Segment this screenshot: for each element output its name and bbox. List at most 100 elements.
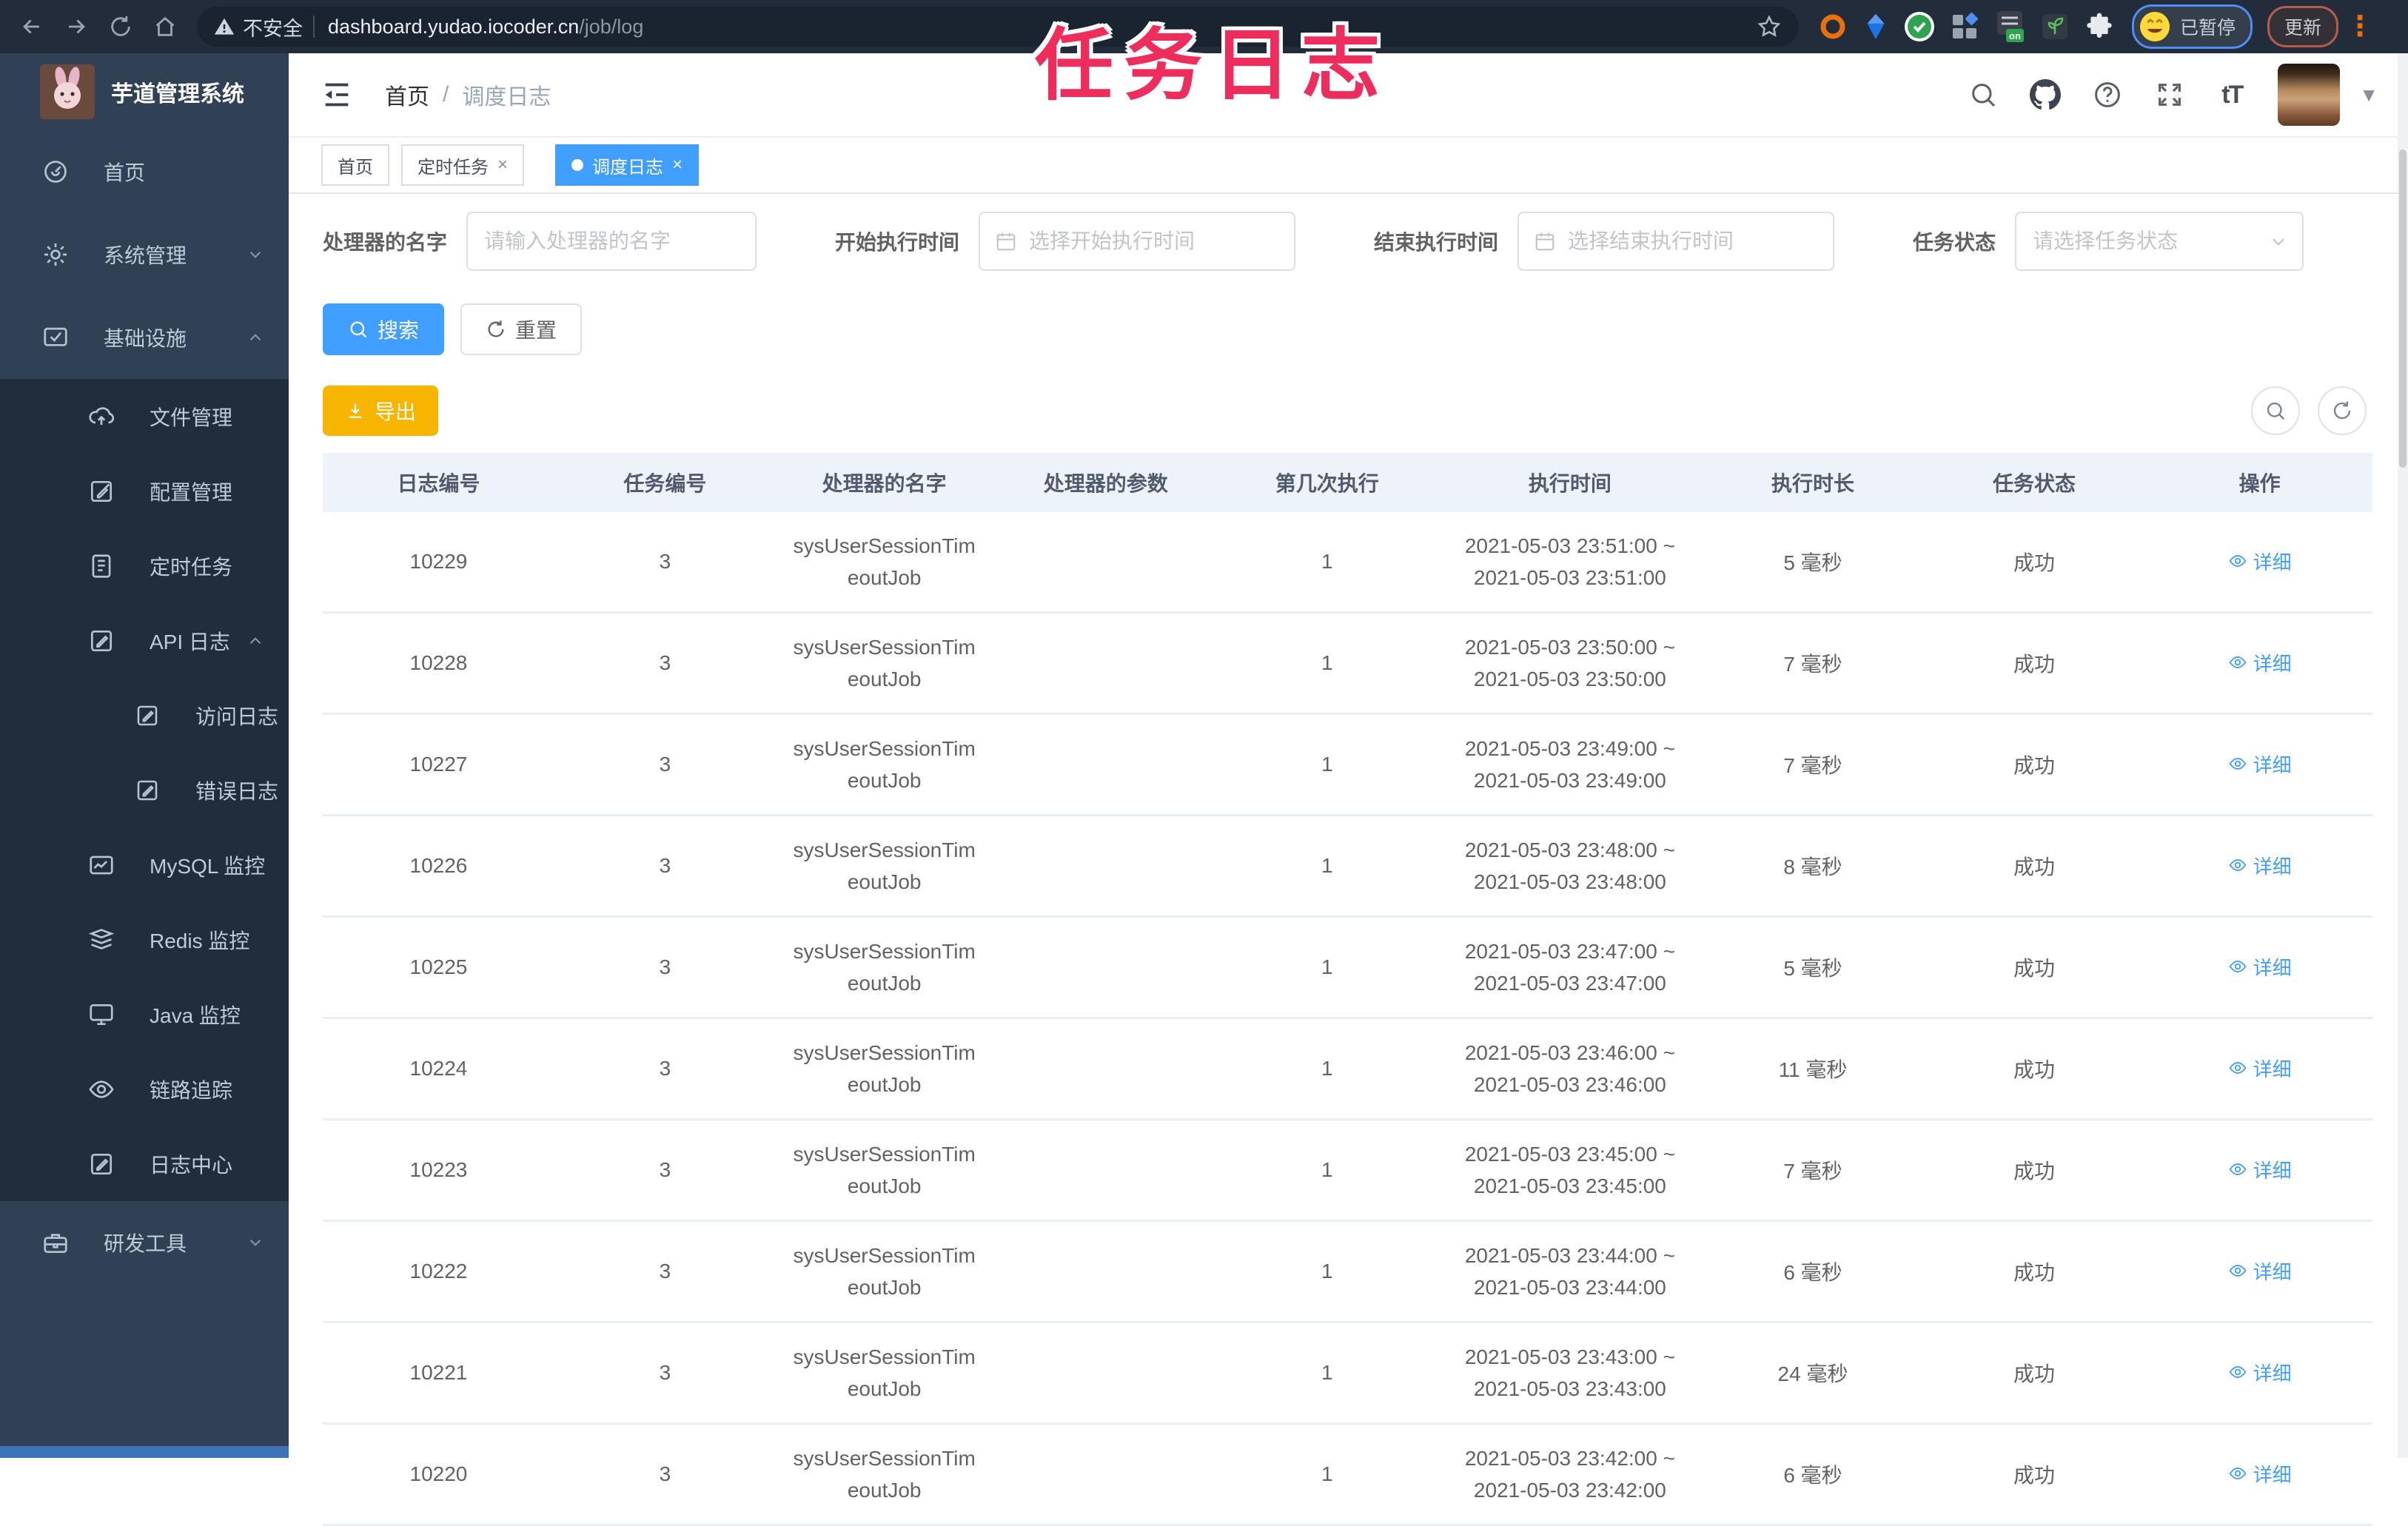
cell-duration: 7 毫秒 — [1783, 754, 1842, 777]
tab-scheduled-jobs[interactable]: 定时任务 × — [401, 144, 525, 186]
profile-avatar-emoji — [2139, 10, 2171, 43]
cell-count: 1 — [1321, 753, 1333, 776]
calendar-icon — [1534, 230, 1556, 252]
address-bar[interactable]: 不安全 dashboard.yudao.iocoder.cn /job/log — [197, 7, 1799, 47]
sidebar-item-infrastructure[interactable]: 基础设施 — [0, 296, 289, 379]
url-path: /job/log — [579, 15, 644, 38]
sidebar-toggle-icon[interactable] — [318, 76, 355, 113]
extensions-puzzle-icon[interactable] — [2085, 12, 2114, 41]
sidebar-item-devtools[interactable]: 研发工具 — [0, 1201, 289, 1284]
detail-link[interactable]: 详细 — [2228, 852, 2292, 879]
handler-name-input[interactable] — [468, 213, 756, 269]
sidebar-item-scheduled-jobs[interactable]: 定时任务 — [0, 528, 289, 603]
browser-back-icon[interactable] — [12, 7, 52, 47]
sidebar-item-trace[interactable]: 链路追踪 — [0, 1052, 289, 1126]
job-status-select[interactable] — [2015, 212, 2304, 271]
bookmark-star-icon[interactable] — [1756, 13, 1782, 40]
cell-count: 1 — [1321, 1462, 1333, 1485]
end-time-input[interactable] — [1519, 213, 1834, 269]
cell-handler: sysUserSessionTim eoutJob — [793, 1041, 976, 1096]
toggle-search-icon[interactable] — [2251, 386, 2300, 435]
github-icon[interactable] — [2029, 78, 2062, 111]
font-size-icon[interactable]: tT — [2216, 78, 2248, 111]
table-toolbar: 导出 — [323, 386, 2372, 436]
cell-handler: sysUserSessionTim eoutJob — [793, 1142, 976, 1197]
search-button[interactable]: 搜索 — [323, 303, 445, 355]
browser-profile-chip[interactable]: 已暂停 — [2132, 4, 2253, 49]
table-row: 10224 3 sysUserSessionTim eoutJob 1 2021-… — [323, 1019, 2372, 1120]
sidebar-item-label: 日志中心 — [150, 1153, 233, 1177]
cell-actions: 详细 — [2147, 1055, 2372, 1083]
extension-blue-gem-icon[interactable] — [1862, 12, 1889, 41]
dashboard-icon — [41, 158, 70, 186]
extension-onetab-on-icon[interactable]: on — [1994, 10, 2025, 44]
sidebar-item-java-monitor[interactable]: Java 监控 — [0, 977, 289, 1052]
sidebar-item-access-log[interactable]: 访问日志 — [0, 678, 289, 753]
sidebar-bottom-scrollbar[interactable] — [0, 1446, 289, 1458]
column-header: 第几次执行 — [1275, 472, 1379, 495]
tab-home[interactable]: 首页 — [321, 144, 389, 186]
detail-link[interactable]: 详细 — [2228, 750, 2292, 778]
table-row: 10229 3 sysUserSessionTim eoutJob 1 2021-… — [323, 512, 2372, 614]
detail-link[interactable]: 详细 — [2228, 1257, 2292, 1285]
browser-forward-icon[interactable] — [56, 7, 96, 47]
fullscreen-icon[interactable] — [2153, 78, 2186, 111]
tags-view: 首页 定时任务 × 调度日志 × — [289, 138, 2408, 194]
svg-text:on: on — [2009, 30, 2021, 41]
detail-link[interactable]: 详细 — [2228, 649, 2292, 676]
extension-orange-ring-icon[interactable] — [1818, 12, 1848, 41]
sidebar-item-mysql-monitor[interactable]: MySQL 监控 — [0, 827, 289, 902]
job-status-select-input[interactable] — [2016, 213, 2303, 269]
table-row: 10220 3 sysUserSessionTim eoutJob 1 2021-… — [323, 1425, 2372, 1526]
sidebar-item-config-mgmt[interactable]: 配置管理 — [0, 454, 289, 528]
sidebar-item-api-log[interactable]: API 日志 — [0, 603, 289, 678]
sidebar-item-log-center[interactable]: 日志中心 — [0, 1126, 289, 1201]
detail-link[interactable]: 详细 — [2228, 548, 2292, 575]
cell-actions: 详细 — [2147, 750, 2372, 779]
cell-actions: 详细 — [2147, 649, 2372, 678]
cell-duration: 11 毫秒 — [1778, 1058, 1848, 1081]
filter-job-status: 任务状态 — [1913, 212, 2304, 271]
cell-log-id: 10222 — [409, 1260, 468, 1283]
browser-home-icon[interactable] — [145, 7, 185, 47]
reset-button[interactable]: 重置 — [460, 303, 583, 355]
detail-link[interactable]: 详细 — [2228, 1359, 2292, 1386]
cell-handler: sysUserSessionTim eoutJob — [793, 939, 976, 995]
extension-grid-icon[interactable] — [1950, 12, 1979, 41]
start-time-input[interactable] — [980, 213, 1295, 269]
sidebar-item-redis-monitor[interactable]: Redis 监控 — [0, 902, 289, 977]
log-edit-icon — [87, 1150, 115, 1178]
sidebar-item-file-mgmt[interactable]: 文件管理 — [0, 379, 289, 454]
cell-time: 2021-05-03 23:45:00 ~2021-05-03 23:45:00 — [1464, 1142, 1675, 1197]
refresh-table-icon[interactable] — [2318, 386, 2367, 435]
detail-link[interactable]: 详细 — [2228, 1156, 2292, 1183]
cell-job-id: 3 — [659, 550, 671, 573]
sidebar-item-system-mgmt[interactable]: 系统管理 — [0, 213, 289, 296]
detail-link[interactable]: 详细 — [2228, 1460, 2292, 1488]
export-button[interactable]: 导出 — [323, 386, 439, 436]
logo-row: 芋道管理系统 — [0, 53, 289, 130]
tab-schedule-log[interactable]: 调度日志 × — [555, 144, 700, 186]
page-scrollbar[interactable] — [2398, 53, 2408, 1458]
extension-sprout-icon[interactable] — [2040, 12, 2070, 41]
sidebar-item-home[interactable]: 首页 — [0, 130, 289, 213]
user-avatar[interactable] — [2278, 64, 2341, 126]
browser-menu-dots-icon[interactable]: ⋮ — [2346, 13, 2374, 41]
extension-green-check-icon[interactable] — [1904, 11, 1935, 42]
tab-label: 定时任务 — [417, 157, 489, 178]
tab-close-icon[interactable]: × — [672, 156, 683, 174]
cell-job-id: 3 — [659, 955, 671, 978]
cloud-upload-icon — [87, 403, 115, 431]
cell-time: 2021-05-03 23:51:00 ~2021-05-03 23:51:00 — [1464, 534, 1675, 589]
browser-update-button[interactable]: 更新 — [2267, 6, 2339, 47]
sidebar-item-error-log[interactable]: 错误日志 — [0, 753, 289, 827]
tab-close-icon[interactable]: × — [497, 156, 508, 174]
search-icon[interactable] — [1967, 78, 1999, 111]
sidebar-item-label: 错误日志 — [195, 779, 279, 803]
detail-link[interactable]: 详细 — [2228, 953, 2292, 981]
scrollbar-thumb[interactable] — [2399, 149, 2407, 468]
detail-link[interactable]: 详细 — [2228, 1055, 2292, 1082]
browser-reload-icon[interactable] — [101, 7, 141, 47]
help-icon[interactable] — [2091, 78, 2124, 111]
breadcrumb-home[interactable]: 首页 — [385, 78, 429, 111]
